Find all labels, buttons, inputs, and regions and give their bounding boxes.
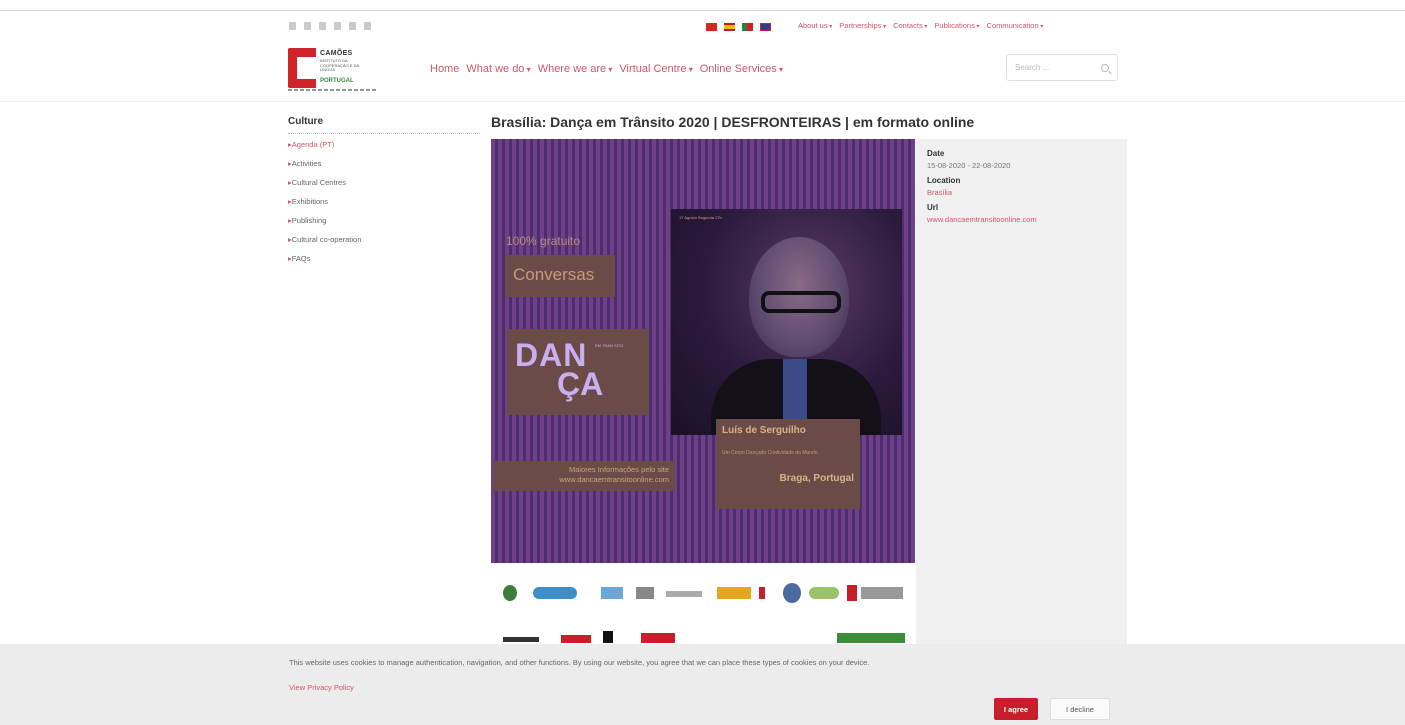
sponsor-logo (837, 633, 905, 643)
sponsor-logo (503, 585, 517, 601)
top-menu-contacts[interactable]: Contacts (893, 21, 927, 30)
poster-info: Maiores Informações pelo site www.dancae… (493, 461, 675, 491)
sponsor-logo (809, 587, 839, 599)
search-input[interactable]: Search ... (1006, 54, 1118, 81)
rss-icon[interactable] (364, 22, 371, 30)
event-poster-image: 100% gratuito Conversas DAN ÇA EM TRAN S… (491, 139, 915, 563)
url-label: Url (927, 203, 939, 212)
sponsor-logo (666, 591, 702, 597)
portugal-flag-icon[interactable] (742, 23, 753, 31)
poster-danca-logo: DAN ÇA EM TRAN SITO (507, 329, 649, 415)
date-value: 15-08-2020 - 22-08-2020 (927, 161, 1011, 170)
instagram-icon[interactable] (319, 22, 326, 30)
top-menu-publications[interactable]: Publications (934, 21, 979, 30)
portrait-glasses (761, 291, 841, 313)
sponsor-logo (759, 587, 765, 599)
sponsor-logo (783, 583, 801, 603)
logo-c-mark (288, 48, 316, 88)
sidebar-item-publishing[interactable]: Publishing (288, 216, 361, 235)
sidebar-item-exhibitions[interactable]: Exhibitions (288, 197, 361, 216)
poster-photo-date: 17 Agosto Segunda 17h (679, 215, 722, 220)
agree-button[interactable]: I agree (994, 698, 1038, 720)
sidebar-item-activities[interactable]: Activities (288, 159, 361, 178)
camoes-logo[interactable]: CAMÕES INSTITUTO DA COOPERAÇÃO E DA LÍNG… (288, 48, 378, 91)
poster-portrait: 17 Agosto Segunda 17h (671, 209, 902, 435)
sponsor-logo (503, 637, 539, 642)
spain-flag-icon[interactable] (724, 23, 735, 31)
privacy-policy-link[interactable]: View Privacy Policy (289, 683, 354, 692)
date-label: Date (927, 149, 945, 158)
nav-home[interactable]: Home (430, 63, 459, 75)
sponsor-logo (847, 585, 857, 601)
top-menu-communication[interactable]: Communication (987, 21, 1044, 30)
search-icon[interactable] (1101, 63, 1109, 72)
top-menu: About us Partnerships Contacts Publicati… (798, 21, 1043, 30)
search-placeholder: Search ... (1015, 63, 1050, 72)
sponsor-logo (861, 587, 903, 599)
poster-info-line1: Maiores Informações pelo site (568, 465, 669, 474)
decline-button[interactable]: I decline (1050, 698, 1110, 720)
sponsor-logo (561, 635, 591, 643)
sponsor-logo (601, 587, 623, 599)
nav-online-services[interactable]: Online Services (700, 63, 783, 75)
sidebar-item-cultural-centres[interactable]: Cultural Centres (288, 178, 361, 197)
sidebar-title: Culture (288, 116, 480, 134)
sidebar-item-agenda[interactable]: Agenda (PT) (288, 140, 361, 159)
top-menu-about[interactable]: About us (798, 21, 832, 30)
nav-what-we-do[interactable]: What we do (466, 63, 530, 75)
location-label: Location (927, 176, 961, 185)
cookie-banner: This website uses cookies to manage auth… (0, 644, 1405, 725)
sponsor-logo (717, 587, 751, 599)
poster-person-box: Luís de Serguilho Um Corpo Dançado Criat… (716, 419, 860, 509)
poster-person-sub: Um Corpo Dançado Criatividade do Mundo (722, 450, 818, 456)
facebook-icon[interactable] (289, 22, 296, 30)
logo-name: CAMÕES (320, 50, 353, 57)
sponsor-logo (603, 631, 613, 643)
cookie-message: This website uses cookies to manage auth… (289, 658, 870, 667)
sponsor-logo (641, 633, 675, 643)
language-flags (706, 23, 771, 31)
sponsor-logos (491, 563, 915, 648)
page-title: Brasília: Dança em Trânsito 2020 | DESFR… (491, 114, 975, 130)
top-border (0, 10, 1405, 11)
poster-info-line2: www.dancaemtransitoonline.com (559, 475, 669, 484)
top-menu-partnerships[interactable]: Partnerships (839, 21, 886, 30)
url-link[interactable]: www.dancaemtransitoonline.com (927, 215, 1116, 224)
poster-person-name: Luís de Serguilho (722, 425, 806, 436)
location-link[interactable]: Brasília (927, 188, 1116, 197)
main-nav: Home What we do Where we are Virtual Cen… (430, 63, 783, 75)
sponsor-logo (533, 587, 577, 599)
poster-tag: 100% gratuito (506, 234, 581, 248)
header-divider (0, 101, 1405, 102)
twitter-icon[interactable] (304, 22, 311, 30)
nav-where-we-are[interactable]: Where we are (538, 63, 613, 75)
logo-underline (288, 89, 378, 91)
logo-country: PORTUGAL (320, 78, 354, 84)
poster-danca-line2: ÇA (557, 366, 604, 402)
sponsor-logo (636, 587, 654, 599)
sidebar-item-faqs[interactable]: FAQs (288, 254, 361, 273)
event-info-panel: Date 15-08-2020 - 22-08-2020 Location Br… (916, 139, 1127, 649)
poster-danca-small: EM TRAN SITO (595, 343, 624, 348)
sidebar-item-cultural-cooperation[interactable]: Cultural co-operation (288, 235, 362, 254)
poster-conversas: Conversas (505, 255, 615, 297)
linkedin-icon[interactable] (334, 22, 341, 30)
poster-person-city: Braga, Portugal (779, 473, 854, 484)
nav-virtual-centre[interactable]: Virtual Centre (619, 63, 692, 75)
uk-flag-icon[interactable] (760, 23, 771, 31)
logo-subtitle: INSTITUTO DA COOPERAÇÃO E DA LÍNGUA (320, 58, 359, 72)
sidebar-menu: Agenda (PT) Activities Cultural Centres … (288, 140, 362, 273)
social-links (289, 22, 371, 30)
china-flag-icon[interactable] (706, 23, 717, 31)
youtube-icon[interactable] (349, 22, 356, 30)
